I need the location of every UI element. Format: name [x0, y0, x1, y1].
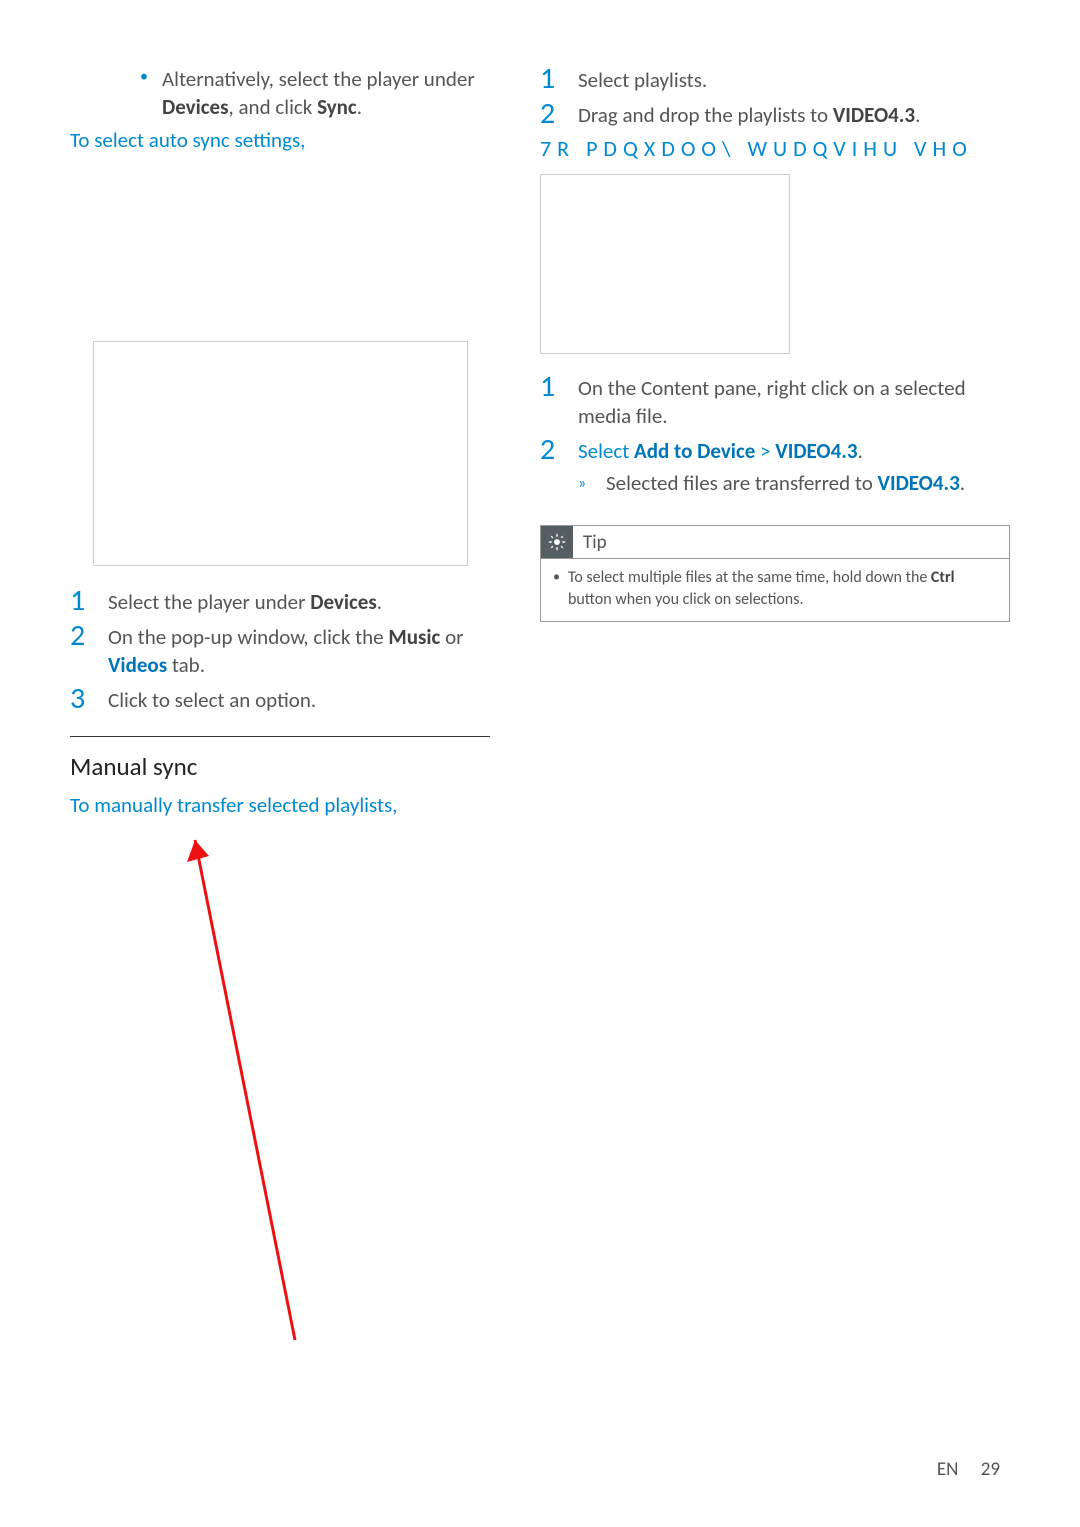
text: Alternatively, select the player under [162, 66, 475, 92]
text: Selected files are transferred to [606, 470, 878, 496]
step-text: Drag and drop the playlists to VIDEO4.3. [578, 99, 920, 130]
tip-header: Tip [541, 526, 1009, 558]
keyword-videos: Videos [108, 652, 167, 678]
step-2: 2 On the pop-up window, click the Music … [70, 621, 490, 679]
page-content: • Alternatively, select the player under… [0, 0, 1080, 866]
rstep-2: 2 Drag and drop the playlists to VIDEO4.… [540, 99, 1010, 130]
bullet-dot-icon: • [553, 567, 560, 587]
bullet-dot-icon: • [140, 66, 148, 88]
text: . [357, 94, 362, 120]
garbled-heading: 7R PDQXDOO\ WUDQVIHU VHO [540, 135, 1010, 162]
keyword-add-to-device: Add to Device [634, 438, 755, 464]
tip-bullet: • To select multiple files at the same t… [553, 567, 997, 610]
step-1: 1 Select the player under Devices. [70, 586, 490, 617]
text: . [377, 589, 382, 615]
tip-icon [541, 526, 573, 558]
keyword-music: Music [388, 624, 440, 650]
tip-box: Tip • To select multiple files at the sa… [540, 525, 1010, 621]
figure-placeholder-left [93, 341, 468, 566]
mstep-2: 2 Select Add to Device > VIDEO4.3. [540, 435, 1010, 466]
text: On the pop-up window, click the [108, 624, 388, 650]
step-text: Select Add to Device > VIDEO4.3. [578, 435, 863, 466]
step-number: 3 [70, 684, 108, 714]
bullet-text: Alternatively, select the player under D… [162, 66, 490, 121]
step-number: 2 [540, 99, 578, 129]
step-text: On the Content pane, right click on a se… [578, 372, 1010, 430]
lead-manual-transfer: To manually transfer selected playlists, [70, 792, 490, 818]
text: . [960, 470, 965, 496]
step-3: 3 Click to select an option. [70, 684, 490, 715]
text: . [858, 438, 863, 464]
rstep-1: 1 Select playlists. [540, 64, 1010, 95]
text: , and click [229, 94, 318, 120]
step-number: 2 [540, 435, 578, 465]
red-arrow-annotation [185, 830, 385, 1350]
lead-auto-sync: To select auto sync settings, [70, 127, 490, 153]
sub-result: » Selected files are transferred to VIDE… [578, 470, 1010, 498]
step-number: 1 [70, 586, 108, 616]
page-footer: EN 29 [937, 1458, 1000, 1481]
keyword-video43: VIDEO4.3 [878, 470, 960, 496]
keyword-sync: Sync [317, 94, 357, 120]
step-text: Select the player under Devices. [108, 586, 382, 617]
step-text: On the pop-up window, click the Music or… [108, 621, 490, 679]
text: Select the player under [108, 589, 310, 615]
figure-placeholder-right [540, 174, 790, 354]
footer-page-number: 29 [981, 1458, 1000, 1481]
step-text: Select playlists. [578, 64, 707, 95]
spacer [70, 161, 490, 331]
step-number: 2 [70, 621, 108, 651]
text: Select [578, 438, 634, 464]
tip-body: • To select multiple files at the same t… [541, 558, 1009, 620]
text: To select multiple files at the same tim… [568, 568, 931, 587]
keyword-video43: VIDEO4.3 [775, 438, 857, 464]
keyword-devices: Devices [162, 94, 229, 120]
text: tab. [167, 652, 205, 678]
right-column: 1 Select playlists. 2 Drag and drop the … [540, 60, 1010, 826]
text: or [440, 624, 463, 650]
keyword-devices: Devices [310, 589, 377, 615]
mstep-1: 1 On the Content pane, right click on a … [540, 372, 1010, 430]
bullet-item: • Alternatively, select the player under… [140, 66, 490, 121]
step-number: 1 [540, 64, 578, 94]
keyword-video43: VIDEO4.3 [833, 102, 915, 128]
keyword-ctrl: Ctrl [931, 568, 955, 587]
tip-label: Tip [583, 531, 607, 554]
subheading-manual-sync: Manual sync [70, 751, 490, 782]
tip-text: To select multiple files at the same tim… [568, 567, 997, 610]
text: button when you click on selections. [568, 590, 804, 609]
step-number: 1 [540, 372, 578, 402]
footer-language: EN [937, 1458, 959, 1481]
result-arrow-icon: » [578, 470, 606, 493]
step-text: Click to select an option. [108, 684, 316, 715]
text: . [915, 102, 920, 128]
text: Drag and drop the playlists to [578, 102, 833, 128]
text: > [755, 438, 775, 464]
left-column: • Alternatively, select the player under… [70, 60, 490, 826]
section-separator [70, 736, 490, 737]
result-text: Selected files are transferred to VIDEO4… [606, 470, 965, 498]
